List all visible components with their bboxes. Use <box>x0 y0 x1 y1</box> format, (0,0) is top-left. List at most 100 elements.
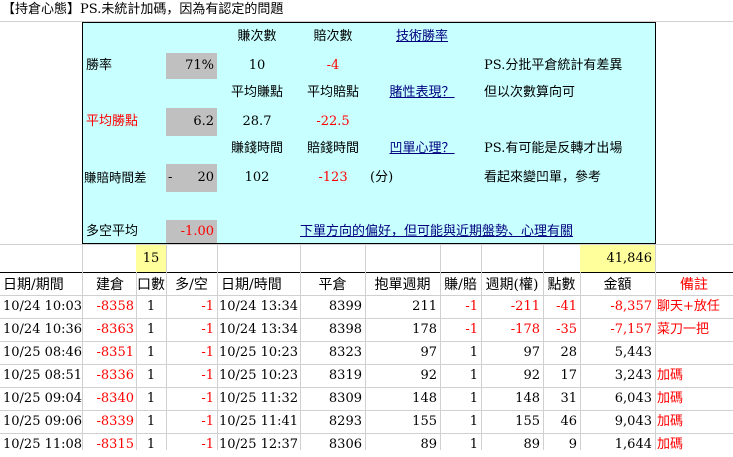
col-header-lots: 口數 <box>137 277 165 293</box>
col-header-period: 日期/期間 <box>3 277 64 293</box>
table-cell-weighted: 155 <box>515 414 540 429</box>
table-cell-hold: 89 <box>420 437 437 452</box>
table-cell-dir: -1 <box>201 368 214 383</box>
amount-total: 41,846 <box>606 251 653 266</box>
col-header-open: 建倉 <box>96 277 124 293</box>
table-cell-close-price: 8399 <box>328 299 362 314</box>
avg-loss-header: 平均賠點 <box>306 85 359 100</box>
table-cell-lots: 1 <box>146 299 156 314</box>
table-cell-weighted: -178 <box>510 322 540 337</box>
table-cell-weighted: 89 <box>523 437 540 452</box>
table-cell-close-time: 10/25 11:32 <box>219 391 299 406</box>
table-cell-hold: 211 <box>412 299 437 314</box>
table-cell-open-time: 10/25 08:46 <box>3 345 83 360</box>
col-header-hold-period: 抱單週期 <box>374 277 431 293</box>
table-cell-wl: 1 <box>469 414 478 429</box>
table-cell-note: 加碼 <box>657 368 684 383</box>
table-cell-open-time: 10/25 09:04 <box>3 391 83 406</box>
table-cell-wl: 1 <box>469 437 478 452</box>
table-cell-weighted: -211 <box>510 299 540 314</box>
table-cell-amount: -7,157 <box>610 322 652 337</box>
table-cell-lots: 1 <box>146 391 156 406</box>
table-cell-hold: 155 <box>412 414 437 429</box>
table-cell-amount: 5,443 <box>614 345 652 360</box>
table-cell-points: -35 <box>556 322 577 337</box>
table-cell-points: 46 <box>560 414 577 429</box>
loss-count-header: 賠次數 <box>313 29 353 44</box>
minutes-unit: (分) <box>370 170 394 185</box>
table-cell-hold: 148 <box>412 391 437 406</box>
table-cell-amount: 3,243 <box>614 368 652 383</box>
table-cell-open-price: -8315 <box>96 437 134 452</box>
note-reversal: PS.有可能是反轉才出場 <box>484 141 623 156</box>
dip-mentality-link[interactable]: 凹單心理？ <box>367 139 477 161</box>
table-cell-open-price: -8340 <box>96 391 134 406</box>
table-cell-dir: -1 <box>201 437 214 452</box>
table-cell-points: 28 <box>560 345 577 360</box>
table-cell-dir: -1 <box>201 391 214 406</box>
table-cell-close-price: 8323 <box>328 345 362 360</box>
col-header-direction: 多/空 <box>175 277 208 293</box>
table-cell-dir: -1 <box>201 414 214 429</box>
table-cell-close-price: 8306 <box>328 437 362 452</box>
table-cell-dir: -1 <box>201 299 214 314</box>
avg-win-header: 平均賺點 <box>230 85 283 100</box>
table-cell-wl: 1 <box>469 391 478 406</box>
table-cell-hold: 97 <box>420 345 437 360</box>
gamble-behavior-link[interactable]: 賭性表現？ <box>367 83 477 105</box>
table-cell-amount: 6,043 <box>614 391 652 406</box>
table-cell-hold: 92 <box>420 368 437 383</box>
col-header-close: 平倉 <box>318 277 347 293</box>
win-rate-label: 勝率 <box>86 58 113 73</box>
loss-time-header: 賠錢時間 <box>306 141 359 156</box>
tech-win-rate-link[interactable]: 技術勝率 <box>367 27 477 49</box>
table-cell-close-price: 8398 <box>328 322 362 337</box>
win-count-header: 賺次數 <box>237 29 277 44</box>
table-cell-wl: 1 <box>469 368 478 383</box>
gridline <box>217 244 218 450</box>
table-cell-note: 聊天+放任 <box>657 299 720 314</box>
table-cell-close-price: 8319 <box>328 368 362 383</box>
table-cell-points: 17 <box>560 368 577 383</box>
win-time-value: 102 <box>244 170 270 185</box>
time-diff-value: 20 <box>197 170 214 185</box>
table-cell-weighted: 92 <box>523 368 540 383</box>
table-cell-lots: 1 <box>146 345 156 360</box>
table-cell-open-price: -8339 <box>96 414 134 429</box>
table-cell-open-time: 10/25 08:51 <box>3 368 83 383</box>
table-cell-amount: 1,644 <box>614 437 652 452</box>
table-cell-weighted: 148 <box>515 391 540 406</box>
col-header-note: 備註 <box>680 277 708 293</box>
loss-time-value: -123 <box>318 170 348 185</box>
col-header-weighted: 週期(權) <box>485 277 539 293</box>
table-cell-wl: 1 <box>469 345 478 360</box>
table-cell-close-time: 10/25 10:23 <box>219 345 299 360</box>
table-cell-close-time: 10/24 13:34 <box>219 322 299 337</box>
table-cell-close-time: 10/25 12:37 <box>219 437 299 452</box>
table-cell-wl: -1 <box>465 322 478 337</box>
long-short-label: 多空平均 <box>86 224 139 239</box>
table-cell-open-price: -8336 <box>96 368 134 383</box>
table-cell-close-price: 8293 <box>328 414 362 429</box>
time-diff-sign: - <box>168 170 173 185</box>
sheet-title: 【持倉心態】PS.未統計加碼，因為有認定的問題 <box>2 2 284 17</box>
table-cell-points: -41 <box>556 299 577 314</box>
gridline <box>0 272 733 273</box>
direction-bias-link[interactable]: 下單方向的偏好，但可能與近期盤勢、心理有關 <box>300 222 656 244</box>
note-batch-close: PS.分批平倉統計有差異 <box>484 58 623 73</box>
table-cell-dir: -1 <box>201 322 214 337</box>
table-cell-note: 加碼 <box>657 391 684 406</box>
long-short-value: -1.00 <box>180 224 214 239</box>
avg-loss-value: -22.5 <box>316 114 350 129</box>
table-cell-close-time: 10/24 13:34 <box>219 299 299 314</box>
table-cell-note: 加碼 <box>657 437 684 452</box>
table-cell-open-price: -8363 <box>96 322 134 337</box>
lots-total: 15 <box>142 251 160 266</box>
col-header-points: 點數 <box>547 277 576 293</box>
note-count-based: 但以次數算向可 <box>484 85 576 100</box>
avg-win-label: 平均勝點 <box>86 114 139 129</box>
table-cell-lots: 1 <box>146 437 156 452</box>
table-cell-wl: -1 <box>465 299 478 314</box>
table-cell-points: 31 <box>560 391 577 406</box>
col-header-amount: 金額 <box>603 277 632 293</box>
